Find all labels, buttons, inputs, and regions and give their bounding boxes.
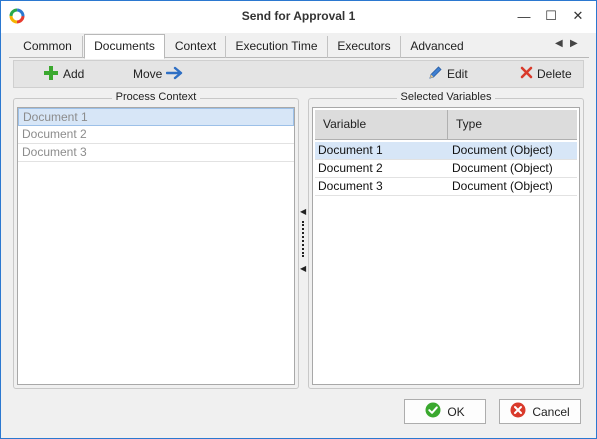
window-title: Send for Approval 1: [241, 9, 356, 23]
add-label: Add: [63, 67, 85, 81]
minimize-icon: —: [517, 8, 531, 24]
pencil-icon: [428, 65, 443, 83]
column-header-type[interactable]: Type: [448, 110, 577, 139]
cancel-circle-icon: [510, 402, 526, 421]
tab-strip: Common Documents Context Execution Time …: [9, 34, 589, 59]
cell-type: Document (Object): [452, 179, 553, 193]
ok-label: OK: [447, 404, 465, 419]
tab-scroll-left-icon[interactable]: ◀: [555, 38, 563, 49]
tab-context[interactable]: Context: [166, 36, 226, 58]
tab-documents[interactable]: Documents: [84, 34, 165, 59]
tab-common[interactable]: Common: [13, 36, 83, 58]
splitter-arrow-icon[interactable]: ◀: [300, 207, 306, 216]
tab-scroll-right-icon[interactable]: ▶: [570, 38, 578, 49]
tab-executors[interactable]: Executors: [328, 36, 401, 58]
splitter-arrow-icon[interactable]: ◀: [300, 264, 306, 273]
delete-button[interactable]: Delete: [520, 61, 572, 87]
list-item[interactable]: Document 3: [18, 144, 294, 162]
selected-variables-title: Selected Variables: [396, 91, 496, 103]
cell-variable: Document 1: [318, 143, 383, 157]
table-row[interactable]: Document 2 Document (Object): [315, 160, 577, 178]
process-context-panel: Process Context Document 1 Document 2 Do…: [13, 91, 299, 389]
process-context-list[interactable]: Document 1 Document 2 Document 3: [17, 107, 295, 385]
tab-execution-time[interactable]: Execution Time: [226, 36, 328, 58]
list-item[interactable]: Document 1: [18, 108, 294, 126]
selected-variables-grid: Variable Type Document 1 Document (Objec…: [312, 107, 580, 385]
toolbar: Add Move Edit Delete: [13, 60, 584, 88]
cell-type: Document (Object): [452, 161, 553, 175]
cell-variable: Document 3: [318, 179, 383, 193]
arrow-right-icon: [166, 65, 184, 84]
check-circle-icon: [425, 402, 441, 421]
process-context-title: Process Context: [111, 91, 201, 103]
splitter-grip[interactable]: [302, 221, 304, 257]
dialog-window: Send for Approval 1 — ☐ ✕ Common Documen…: [0, 0, 597, 439]
cell-type: Document (Object): [452, 143, 553, 157]
list-item[interactable]: Document 2: [18, 126, 294, 144]
edit-label: Edit: [447, 67, 468, 81]
maximize-icon: ☐: [545, 8, 557, 23]
cancel-label: Cancel: [532, 404, 570, 419]
cancel-button[interactable]: Cancel: [499, 399, 581, 424]
title-bar: Send for Approval 1 — ☐ ✕: [1, 1, 596, 33]
close-icon: ✕: [572, 8, 584, 23]
delete-x-icon: [520, 66, 533, 82]
minimize-button[interactable]: —: [513, 5, 535, 27]
cell-variable: Document 2: [318, 161, 383, 175]
panel-splitter[interactable]: ◀ ◀: [299, 201, 307, 281]
move-button[interactable]: Move: [133, 61, 184, 87]
table-row[interactable]: Document 1 Document (Object): [315, 142, 577, 160]
edit-button[interactable]: Edit: [428, 61, 468, 87]
column-header-variable[interactable]: Variable: [315, 110, 448, 139]
selected-variables-panel: Selected Variables Variable Type Documen…: [308, 91, 584, 389]
tab-advanced[interactable]: Advanced: [401, 36, 473, 58]
close-button[interactable]: ✕: [567, 5, 589, 27]
table-row[interactable]: Document 3 Document (Object): [315, 178, 577, 196]
ok-button[interactable]: OK: [404, 399, 486, 424]
delete-label: Delete: [537, 67, 572, 81]
grid-header: Variable Type: [315, 110, 577, 140]
maximize-button[interactable]: ☐: [540, 5, 562, 27]
plus-icon: [43, 65, 59, 84]
move-label: Move: [133, 67, 163, 81]
add-button[interactable]: Add: [43, 61, 84, 87]
